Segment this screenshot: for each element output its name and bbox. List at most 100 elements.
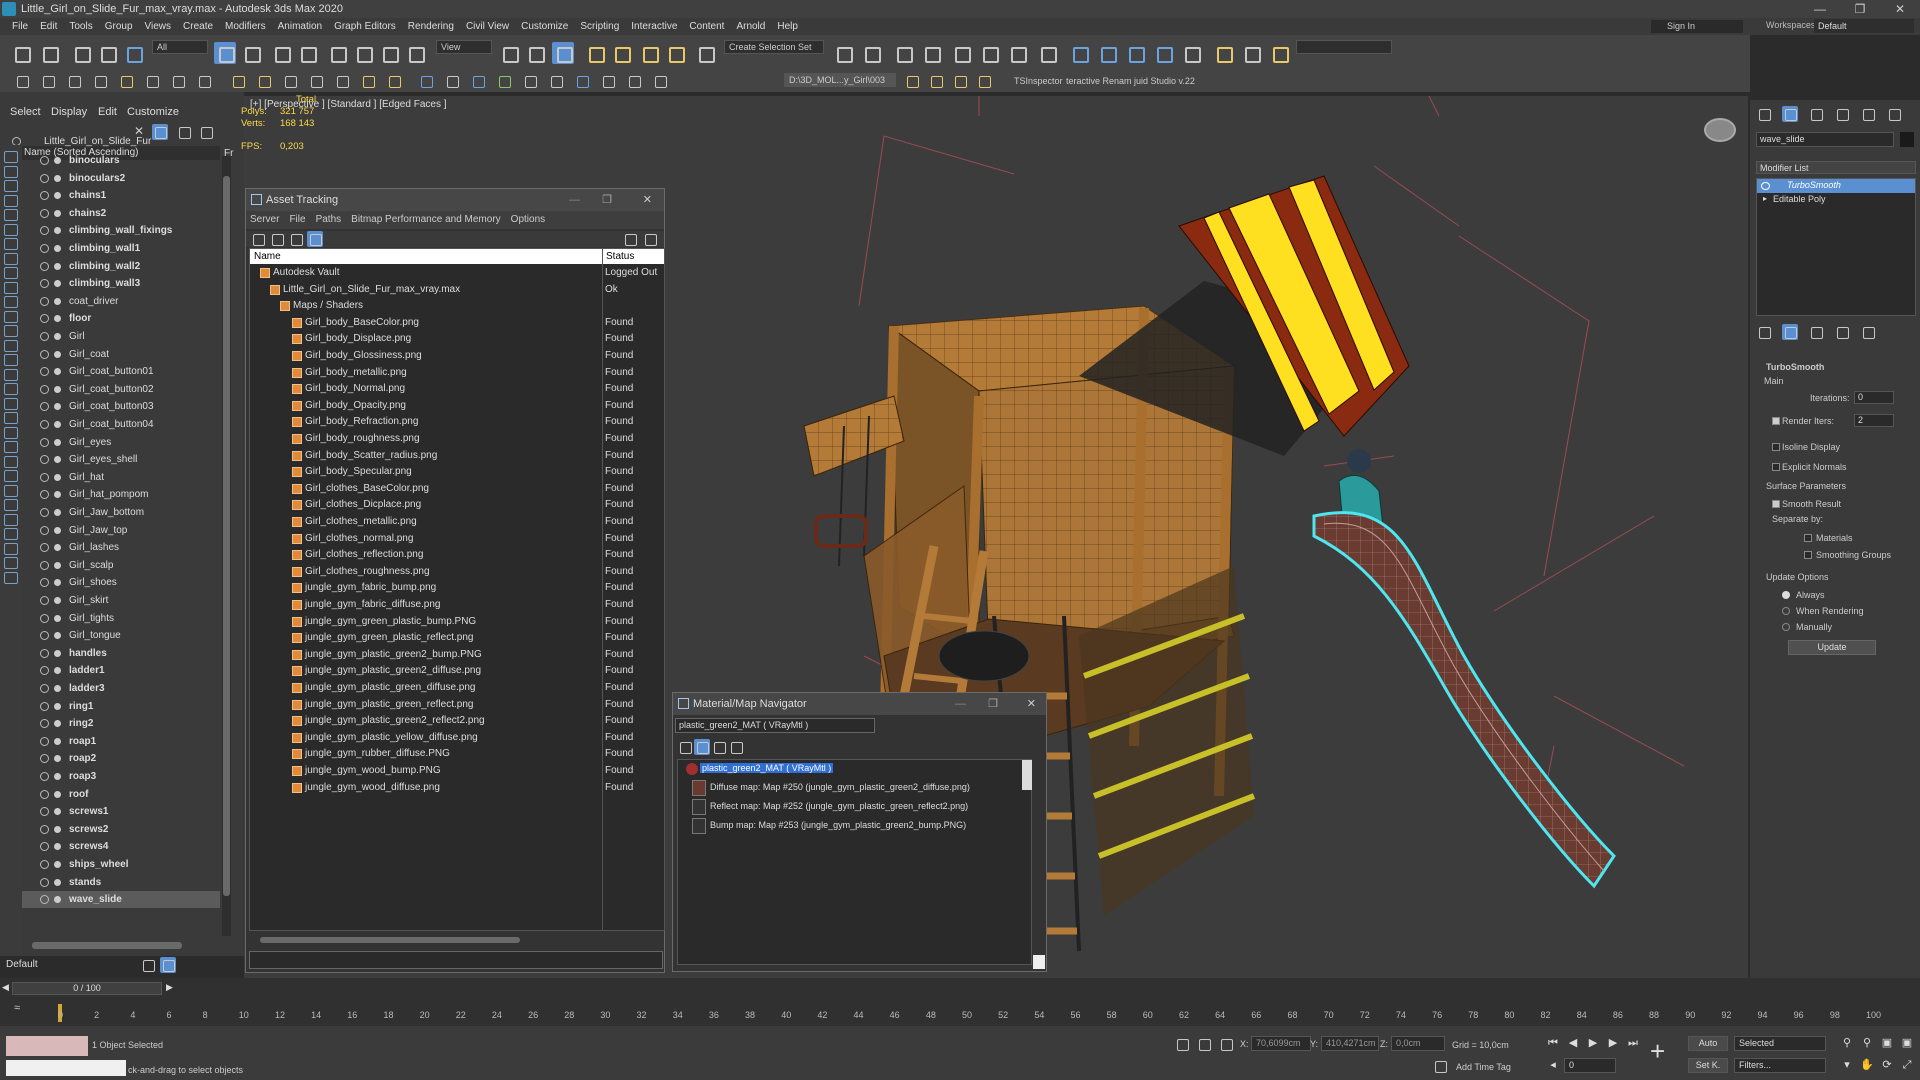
- arnold-b-icon[interactable]: [1240, 42, 1262, 64]
- transform-mode-icon[interactable]: [1218, 1036, 1234, 1052]
- material-root-item[interactable]: plastic_green2_MAT ( VRayMtl ): [700, 763, 834, 773]
- render-in-cloud-icon[interactable]: [1180, 42, 1202, 64]
- eye-icon[interactable]: [40, 560, 49, 570]
- menu-file[interactable]: File: [6, 21, 34, 32]
- scene-item[interactable]: Girl: [22, 328, 220, 345]
- filter-type-icon[interactable]: [4, 455, 18, 468]
- freeze-icon[interactable]: [54, 878, 61, 886]
- asset-horizontal-scrollbar[interactable]: [260, 937, 520, 943]
- scene-item[interactable]: binoculars: [22, 152, 220, 169]
- render-iters-checkbox[interactable]: [1772, 417, 1780, 425]
- filter-type-icon[interactable]: [4, 528, 18, 540]
- freeze-icon[interactable]: [54, 509, 61, 516]
- asset-row[interactable]: Girl_body_Normal.png Found: [250, 381, 664, 398]
- toggle-scene-explorer-icon[interactable]: [892, 42, 914, 64]
- tool-icon[interactable]: [386, 73, 402, 89]
- tool-icon[interactable]: [66, 73, 82, 89]
- angle-snap-icon[interactable]: [610, 42, 632, 64]
- curve-editor-toggle-icon[interactable]: ≈: [14, 1002, 20, 1014]
- eye-icon[interactable]: [40, 508, 49, 517]
- move-icon[interactable]: [326, 42, 348, 64]
- tool-icon[interactable]: [308, 73, 324, 89]
- display-tab-icon[interactable]: [1860, 106, 1876, 122]
- play-icon[interactable]: ▶: [1586, 1036, 1600, 1050]
- asset-tracking-titlebar[interactable]: Asset Tracking — ❐ ✕: [246, 189, 664, 211]
- menu-scripting[interactable]: Scripting: [574, 21, 625, 32]
- mirror-icon[interactable]: [832, 42, 854, 64]
- tool-icon[interactable]: [904, 73, 920, 89]
- auto-key-button[interactable]: Auto: [1688, 1036, 1728, 1051]
- scene-item[interactable]: Girl_coat_button03: [22, 398, 220, 415]
- prev-icon[interactable]: ◀: [2, 982, 9, 993]
- asset-menu-options[interactable]: Options: [511, 214, 545, 225]
- asset-row[interactable]: jungle_gym_fabric_bump.png Found: [250, 580, 664, 597]
- eye-icon[interactable]: [40, 244, 49, 253]
- tool-icon[interactable]: [40, 73, 56, 89]
- set-key-button[interactable]: Set K.: [1688, 1058, 1728, 1073]
- filter-type-icon[interactable]: [4, 194, 18, 207]
- filter-type-icon[interactable]: [4, 180, 18, 192]
- tool-icon[interactable]: [307, 231, 323, 247]
- filter-type-icon[interactable]: [4, 310, 18, 323]
- eye-icon[interactable]: [40, 895, 49, 905]
- scene-item[interactable]: ships_wheel: [22, 856, 220, 873]
- reference-coordinate-dropdown[interactable]: View: [436, 40, 492, 54]
- scene-item[interactable]: roap2: [22, 750, 220, 767]
- scrollbar-thumb[interactable]: [223, 176, 230, 896]
- undo-icon[interactable]: [10, 42, 32, 64]
- maximize-icon[interactable]: ❐: [988, 693, 998, 715]
- filter-type-icon[interactable]: [4, 267, 18, 279]
- go-to-start-icon[interactable]: ⏮: [1546, 1036, 1560, 1050]
- keyboard-shortcut-icon[interactable]: [552, 42, 574, 64]
- filter-type-icon[interactable]: [4, 484, 18, 497]
- menu-animation[interactable]: Animation: [272, 21, 328, 32]
- asset-row[interactable]: Girl_clothes_BaseColor.png Found: [250, 481, 664, 498]
- scene-scrollbar[interactable]: [222, 156, 231, 936]
- freeze-icon[interactable]: [54, 737, 61, 745]
- tool-icon[interactable]: [250, 231, 266, 247]
- scene-item[interactable]: Girl_eyes: [22, 434, 220, 451]
- tool-icon[interactable]: [652, 73, 668, 89]
- close-icon[interactable]: ✕: [643, 189, 652, 211]
- tool-icon[interactable]: [269, 231, 285, 247]
- zoom-extents-icon[interactable]: ▣: [1880, 1036, 1894, 1050]
- asset-row[interactable]: jungle_gym_fabric_diffuse.png Found: [250, 597, 664, 614]
- eye-icon[interactable]: [40, 314, 49, 324]
- freeze-icon[interactable]: [54, 808, 61, 816]
- filter-type-icon[interactable]: [4, 151, 18, 163]
- refresh-icon[interactable]: [622, 231, 638, 247]
- extra-toolbar-dropdown[interactable]: [1296, 40, 1392, 54]
- scene-item[interactable]: Girl_skirt: [22, 592, 220, 609]
- eye-icon[interactable]: [40, 191, 49, 201]
- edit-named-selection-icon[interactable]: [694, 42, 716, 64]
- freeze-icon[interactable]: [54, 649, 61, 657]
- tool-icon[interactable]: [574, 73, 590, 89]
- eye-icon[interactable]: [40, 596, 49, 605]
- set-key-big-icon[interactable]: +: [1650, 1038, 1665, 1064]
- tool-icon[interactable]: [230, 73, 246, 89]
- freeze-icon[interactable]: [54, 720, 61, 728]
- filter-type-icon[interactable]: [4, 571, 18, 584]
- filter-type-icon[interactable]: [4, 252, 18, 265]
- scene-item[interactable]: screws4: [22, 838, 220, 855]
- menu-create[interactable]: Create: [177, 21, 219, 32]
- filter-type-icon[interactable]: [4, 165, 18, 178]
- maxscript-listener[interactable]: [6, 1036, 88, 1056]
- freeze-icon[interactable]: [54, 561, 61, 569]
- scene-item[interactable]: Girl_coat_button01: [22, 363, 220, 380]
- freeze-icon[interactable]: [54, 174, 61, 182]
- tool-icon[interactable]: [470, 73, 486, 89]
- scene-root-item[interactable]: Little_Girl_on_Slide_Fur: [6, 133, 204, 150]
- asset-menu-paths[interactable]: Paths: [316, 214, 342, 225]
- remove-modifier-icon[interactable]: [1834, 324, 1850, 340]
- percent-snap-icon[interactable]: [638, 42, 660, 64]
- asset-row[interactable]: Girl_body_Opacity.png Found: [250, 398, 664, 415]
- scene-item[interactable]: screws2: [22, 821, 220, 838]
- rendered-frame-window-icon[interactable]: [1096, 42, 1118, 64]
- freeze-icon[interactable]: [54, 667, 61, 675]
- select-object-icon[interactable]: [214, 42, 236, 64]
- asset-row[interactable]: jungle_gym_wood_diffuse.png Found: [250, 780, 664, 797]
- manually-radio[interactable]: [1782, 623, 1790, 631]
- freeze-icon[interactable]: [54, 790, 61, 798]
- configure-sets-icon[interactable]: [1860, 324, 1876, 340]
